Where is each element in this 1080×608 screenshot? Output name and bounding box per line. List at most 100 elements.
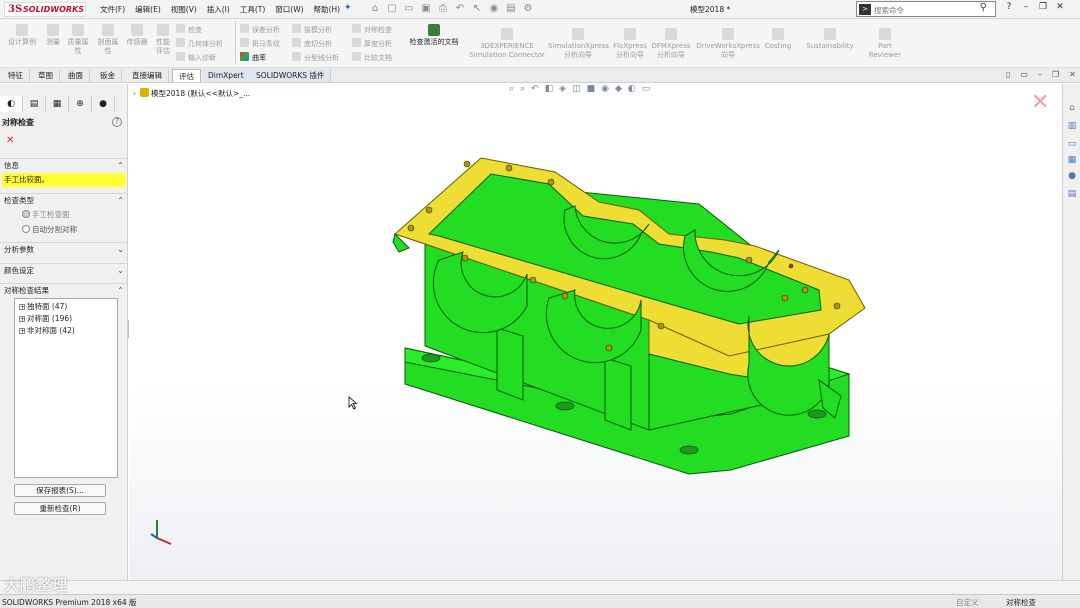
open-icon[interactable]: ▭ <box>402 2 416 16</box>
tab-evaluate[interactable]: 评估 <box>172 69 201 82</box>
floxpress-button[interactable]: FloXpress 分析向导 <box>610 28 650 60</box>
draft-analysis-button[interactable]: 拔模分析 <box>292 24 332 35</box>
thickness-analysis-button[interactable]: 厚度分析 <box>352 38 392 49</box>
section-color-settings[interactable]: 颜色设定 ⌄ <box>0 263 128 277</box>
mass-properties-button[interactable]: 质量属 性 <box>64 24 92 56</box>
restore-button[interactable]: ❐ <box>1038 2 1048 12</box>
feature-manager-icon[interactable]: ◐ <box>0 96 23 112</box>
tree-item-unique[interactable]: + 独特面 (47) <box>19 301 67 312</box>
minimize-doc-icon[interactable]: – <box>1038 70 1042 79</box>
display-manager-icon[interactable]: ● <box>92 96 115 112</box>
expand-icon[interactable]: + <box>19 316 25 323</box>
tab-dimxpert[interactable]: DimXpert <box>202 69 251 82</box>
tab-surfaces[interactable]: 曲面 <box>62 69 90 82</box>
radio-manual-check[interactable]: 手工检查面 <box>22 209 70 220</box>
check-button[interactable]: 检查 <box>176 24 202 35</box>
tab-sheet-metal[interactable]: 钣金 <box>94 69 122 82</box>
expand-icon[interactable]: + <box>19 328 25 335</box>
title-bar: 3S SOLIDWORKS 文件(F) 编辑(E) 视图(V) 插入(I) 工具… <box>0 0 1080 19</box>
dfmxpress-button[interactable]: DFMXpress 分析向导 <box>650 28 692 60</box>
tab-solidworks-addins[interactable]: SOLIDWORKS 插件 <box>250 69 332 82</box>
tile-icon[interactable]: ▯ <box>1006 70 1010 79</box>
symmetry-check-button[interactable]: 对称检查 <box>352 24 392 35</box>
save-icon[interactable]: ▣ <box>419 2 433 16</box>
menu-window[interactable]: 窗口(W) <box>275 4 303 16</box>
part-reviewer-button[interactable]: Part Reviewer <box>866 28 904 60</box>
search-box[interactable]: > 搜索命令 ⚲ <box>856 1 996 17</box>
menu-tools[interactable]: 工具(T) <box>240 4 265 16</box>
pane-icon[interactable]: ▭ <box>1020 70 1028 79</box>
check-active-document-button[interactable]: 检查激活的文档 <box>404 24 464 47</box>
undo-icon[interactable]: ↶ <box>453 2 467 16</box>
help-button[interactable]: ? <box>1004 2 1014 12</box>
recheck-button[interactable]: 重新检查(R) <box>14 502 106 515</box>
section-info[interactable]: 信息 ⌃ <box>0 158 128 172</box>
pm-title: 对称检查 <box>2 118 34 127</box>
design-study-button[interactable]: 设计算例 <box>4 24 40 47</box>
performance-button[interactable]: 性能 评估 <box>152 24 174 56</box>
tab-sketch[interactable]: 草图 <box>32 69 60 82</box>
curvature-button[interactable]: 曲率 <box>240 52 266 63</box>
view-palette-icon[interactable]: ▦ <box>1066 154 1078 166</box>
file-properties-icon[interactable]: ▤ <box>504 2 518 16</box>
tab-direct-editing[interactable]: 直接编辑 <box>126 69 169 82</box>
graphics-area[interactable]: › 模型2018 (默认<<默认>_... ⌕ ⌕ ↶ ◧ ◈ ◫ ■ ◉ ◆ ◐… <box>129 84 1062 580</box>
driveworksxpress-button[interactable]: DriveWorksXpress 向导 <box>694 28 762 60</box>
zebra-stripes-button[interactable]: 斑马条纹 <box>240 38 280 49</box>
file-explorer-icon[interactable]: ▭ <box>1066 138 1078 150</box>
property-manager-icon[interactable]: ▤ <box>23 96 46 112</box>
print-icon[interactable]: ⎙ <box>436 2 450 16</box>
sustainability-button[interactable]: Sustainability <box>806 28 854 51</box>
search-input[interactable]: 搜索命令 <box>874 5 904 16</box>
measure-button[interactable]: 测量 <box>43 24 63 47</box>
menu-edit[interactable]: 编辑(E) <box>135 4 161 16</box>
configuration-manager-icon[interactable]: ▦ <box>46 96 69 112</box>
menu-insert[interactable]: 插入(I) <box>207 4 230 16</box>
import-diagnostics-button[interactable]: 输入诊断 <box>176 52 216 63</box>
section-check-type[interactable]: 检查类型 ⌃ <box>0 193 128 207</box>
resources-icon[interactable]: ⌂ <box>1066 102 1078 114</box>
tab-features[interactable]: 特征 <box>2 69 30 82</box>
radio-auto-split[interactable]: 自动分割对称 <box>22 224 77 235</box>
save-report-button[interactable]: 保存报表(S)... <box>14 484 106 497</box>
search-icon[interactable]: ⚲ <box>980 2 987 13</box>
sensor-button[interactable]: 传感器 <box>124 24 150 47</box>
custom-properties-icon[interactable]: ▤ <box>1066 188 1078 200</box>
select-icon[interactable]: ↖ <box>470 2 484 16</box>
compare-documents-button[interactable]: 比较文档 <box>352 52 392 63</box>
geometry-analysis-button[interactable]: 几何体分析 <box>176 38 223 49</box>
close-doc-icon[interactable]: ✕ <box>1069 70 1076 79</box>
design-library-icon[interactable]: ▥ <box>1066 120 1078 132</box>
appearances-icon[interactable]: ● <box>1066 170 1078 182</box>
options-icon[interactable]: ⚙ <box>521 2 535 16</box>
cancel-icon[interactable]: ✕ <box>6 135 14 146</box>
tree-item-asymmetric[interactable]: + 非对称面 (42) <box>19 325 75 336</box>
menu-help[interactable]: 帮助(H) <box>314 4 341 16</box>
gearbox-housing-model[interactable] <box>129 84 1062 580</box>
section-results[interactable]: 对称检查结果 ⌃ <box>0 283 128 297</box>
units-status[interactable]: 自定义 <box>956 597 979 608</box>
menu-file[interactable]: 文件(F) <box>100 4 125 16</box>
expand-icon[interactable]: + <box>19 304 25 311</box>
section-properties-button[interactable]: 剖面属 性 <box>94 24 122 56</box>
help-icon[interactable]: ? <box>112 117 122 127</box>
status-bar: SOLIDWORKS Premium 2018 x64 版 自定义 对称检查 <box>0 594 1080 608</box>
rebuild-icon[interactable]: ◉ <box>487 2 501 16</box>
new-icon[interactable]: ▢ <box>385 2 399 16</box>
minimize-button[interactable]: – <box>1021 2 1031 12</box>
parting-line-analysis-button[interactable]: 分型线分析 <box>292 52 339 63</box>
close-button[interactable]: ✕ <box>1055 2 1065 12</box>
tree-item-symmetric[interactable]: + 对称面 (196) <box>19 313 72 324</box>
simulationxpress-button[interactable]: SimulationXpress 分析向导 <box>548 28 609 60</box>
menu-view[interactable]: 视图(V) <box>171 4 197 16</box>
costing-button[interactable]: Costing <box>762 28 794 51</box>
section-analysis-params[interactable]: 分析参数 ⌄ <box>0 242 128 256</box>
dimxpert-manager-icon[interactable]: ⊕ <box>69 96 92 112</box>
3dexperience-connector-button[interactable]: 3DEXPERIENCE Simulation Connector <box>468 28 546 60</box>
restore-doc-icon[interactable]: ❐ <box>1052 70 1059 79</box>
deviation-analysis-button[interactable]: 误差分析 <box>240 24 280 35</box>
pin-icon[interactable]: ✦ <box>344 3 352 13</box>
undercut-analysis-button[interactable]: 底切分析 <box>292 38 332 49</box>
home-icon[interactable]: ⌂ <box>368 2 382 16</box>
solidworks-logo[interactable]: 3S SOLIDWORKS <box>4 2 86 17</box>
